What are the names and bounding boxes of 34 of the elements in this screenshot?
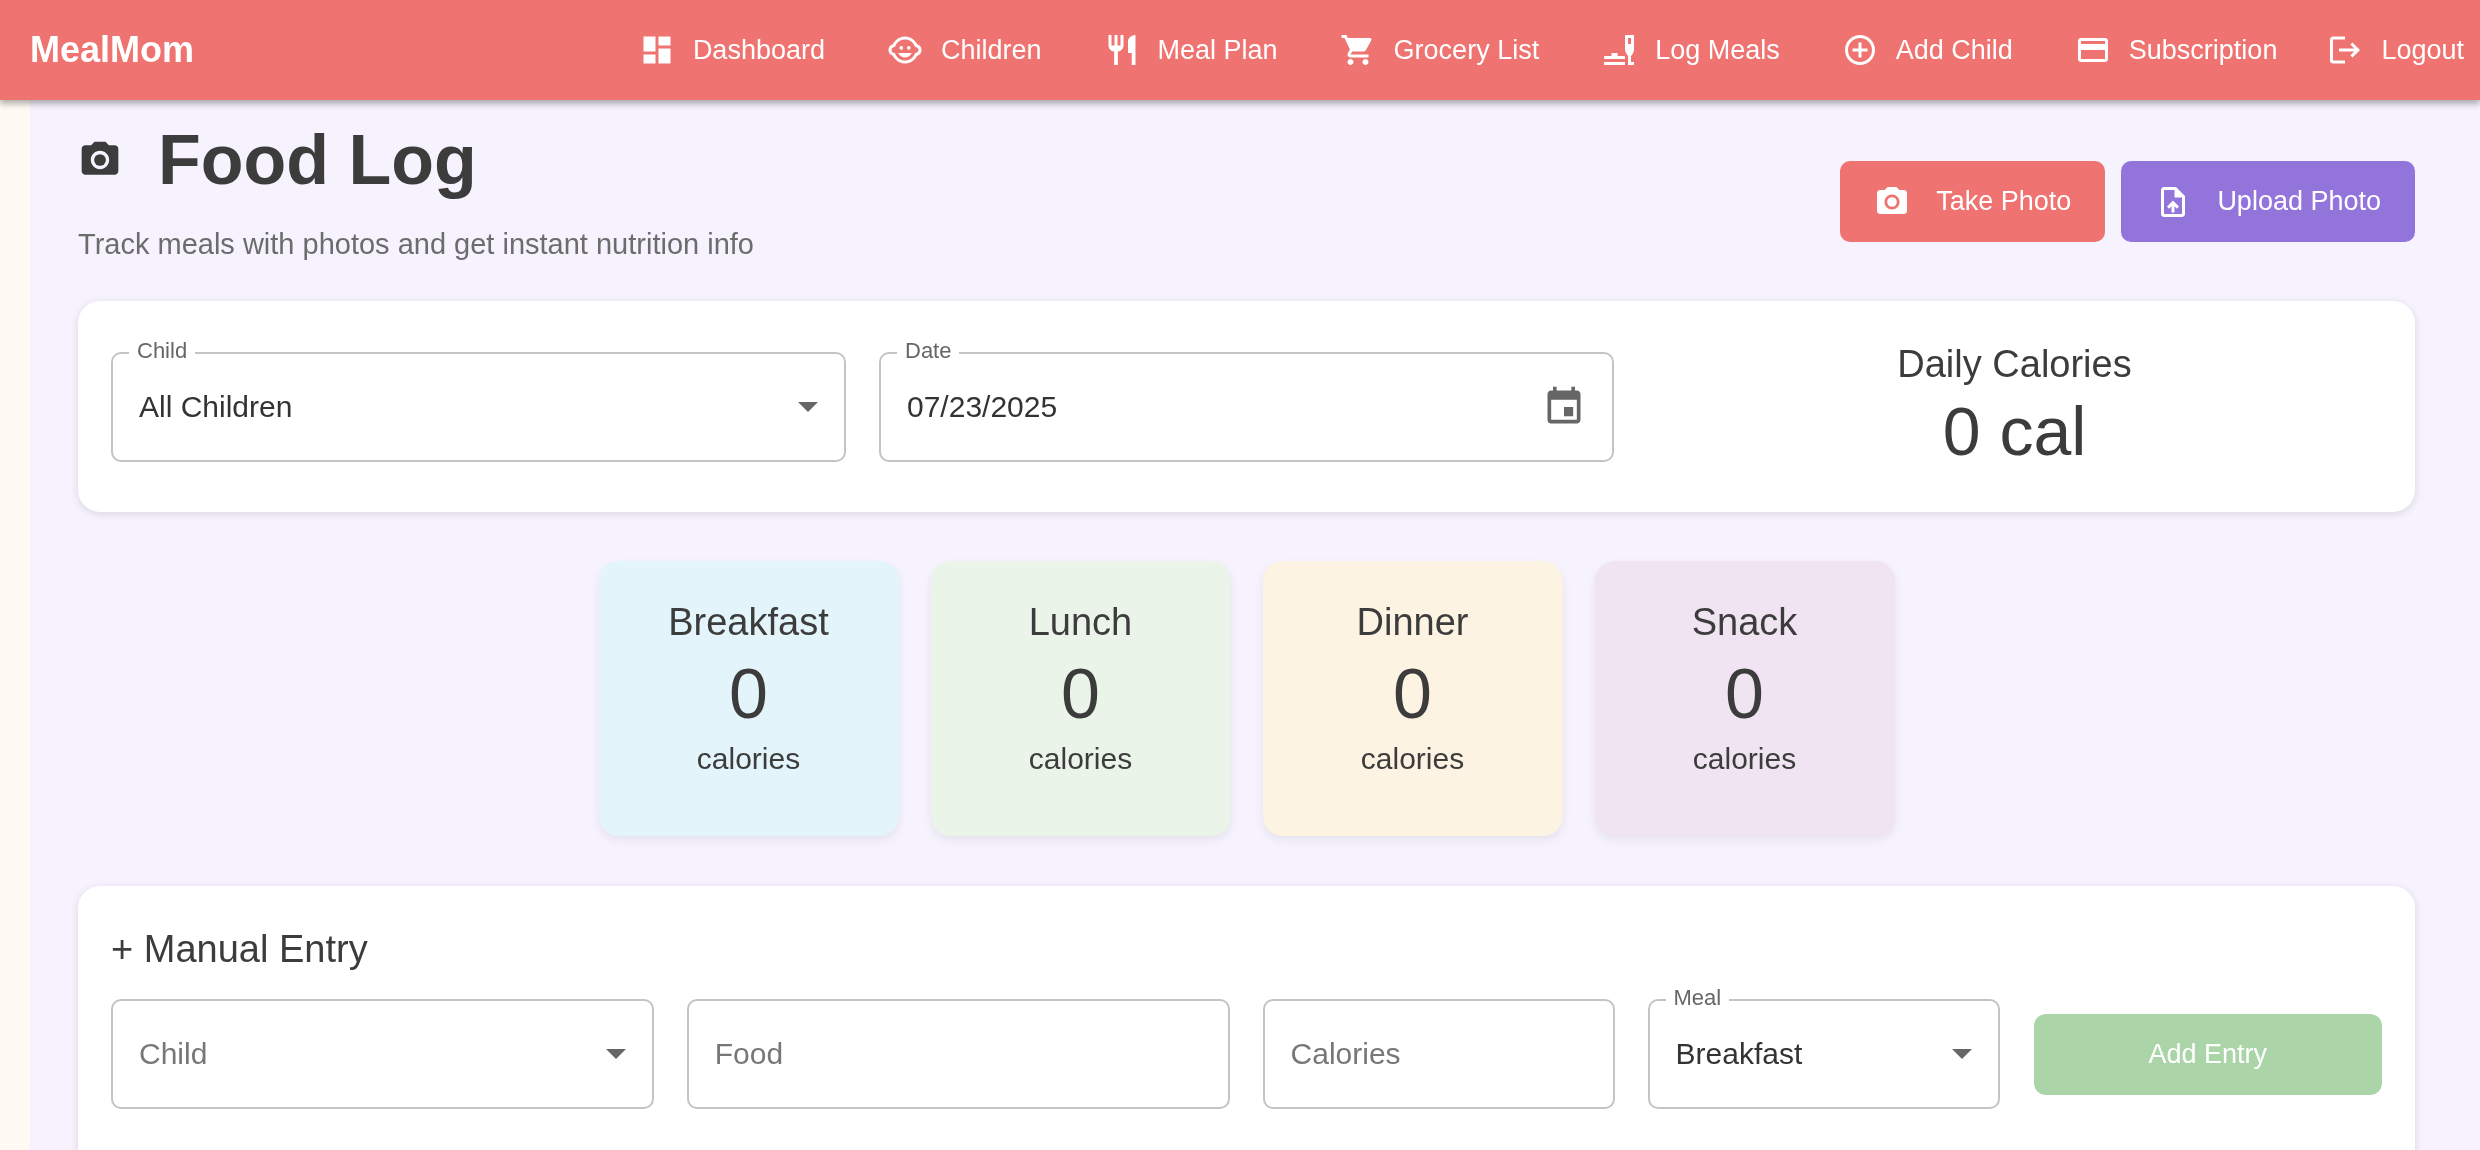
nav-link[interactable]: Meal Plan [1103,32,1278,68]
dropdown-arrow-icon [798,401,818,412]
nav-link[interactable]: Grocery List [1339,32,1540,68]
meal-calories-value: 0 [1061,654,1100,734]
calories-input-field[interactable]: Calories [1262,999,1615,1109]
child-select[interactable]: Child [111,999,654,1109]
nav-link[interactable]: Log Meals [1601,32,1780,68]
meal-calories-unit: calories [1028,742,1133,776]
dropdown-arrow-icon [1951,1049,1972,1059]
page-title: Food Log [158,120,477,200]
take-photo-button[interactable]: Take Photo [1840,161,2106,242]
dropdown-arrow-icon [605,1049,626,1059]
nav-link[interactable]: Logout [2327,32,2464,68]
daily-calories-value: 0 cal [1942,392,2087,470]
meal-name: Snack [1691,601,1798,644]
brand-logo[interactable]: MealMom [30,29,577,71]
manual-entry-title: + Manual Entry [111,928,369,971]
page-subtitle: Track meals with photos and get instant nutrition info [78,228,754,261]
upload-photo-button[interactable]: Upload Photo [2121,161,2415,242]
meal-calories-unit: calories [1360,742,1465,776]
daily-calories-label: Daily Calories [1897,343,2132,386]
meal-calories-unit: calories [1692,742,1797,776]
meal-name: Lunch [1028,601,1133,644]
meal-calories-unit: calories [696,742,801,776]
food-input-field[interactable]: Food [686,999,1230,1109]
nav-link[interactable]: Children [886,32,1042,68]
meal-calories-value: 0 [729,654,768,734]
meal-calories-value: 0 [1393,654,1432,734]
nav-link[interactable]: Dashboard [638,32,825,68]
nav-link[interactable]: Add Child [1841,32,2013,68]
meal-name: Dinner [1356,601,1469,644]
meal-calories-value: 0 [1725,654,1764,734]
meal-name: Breakfast [668,601,829,644]
nav-link[interactable]: Subscription [2074,32,2278,68]
